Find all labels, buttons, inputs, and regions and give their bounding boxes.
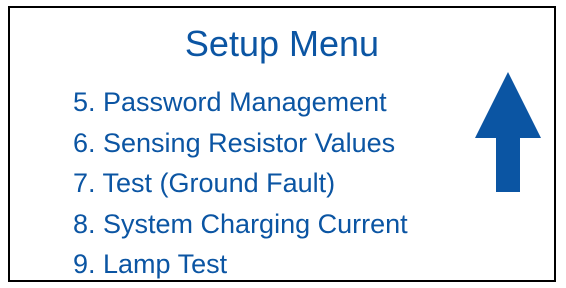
menu-item-sensing-resistor-values[interactable]: 6. Sensing Resistor Values — [73, 123, 408, 164]
arrow-up-icon[interactable] — [475, 72, 541, 192]
menu-list: 5. Password Management 6. Sensing Resist… — [73, 82, 408, 285]
menu-item-password-management[interactable]: 5. Password Management — [73, 82, 408, 123]
menu-item-lamp-test[interactable]: 9. Lamp Test — [73, 244, 408, 285]
menu-title: Setup Menu — [184, 23, 380, 64]
setup-menu-screen: Setup Menu 5. Password Management 6. Sen… — [8, 6, 556, 282]
menu-item-system-charging-current[interactable]: 8. System Charging Current — [73, 204, 408, 245]
menu-item-test-ground-fault[interactable]: 7. Test (Ground Fault) — [73, 163, 408, 204]
